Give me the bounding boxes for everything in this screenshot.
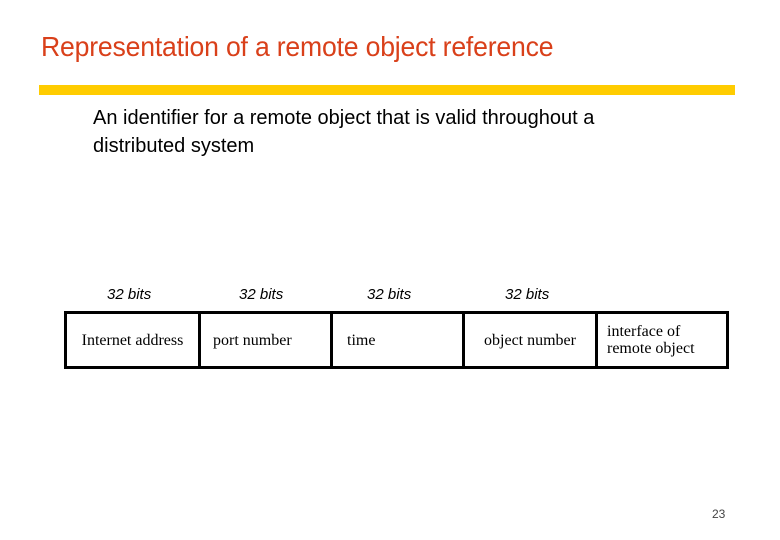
remote-object-reference-table: Internet address port number time object… bbox=[64, 311, 729, 369]
field-interface: interface of remote object bbox=[598, 314, 726, 366]
field-interface-label: interface of remote object bbox=[607, 323, 695, 357]
slide-subtitle: An identifier for a remote object that i… bbox=[93, 107, 595, 157]
bit-width-label: 32 bits bbox=[505, 286, 550, 303]
bit-width-label: 32 bits bbox=[239, 286, 284, 303]
bit-width-label: 32 bits bbox=[367, 286, 412, 303]
bit-width-label: 32 bits bbox=[107, 286, 152, 303]
title-divider bbox=[39, 85, 735, 95]
field-port-number: port number bbox=[201, 314, 333, 366]
page-number: 23 bbox=[712, 507, 726, 521]
field-time: time bbox=[333, 314, 465, 366]
field-object-number: object number bbox=[465, 314, 598, 366]
slide-title: Representation of a remote object refere… bbox=[41, 31, 554, 62]
field-internet-address: Internet address bbox=[67, 314, 201, 366]
